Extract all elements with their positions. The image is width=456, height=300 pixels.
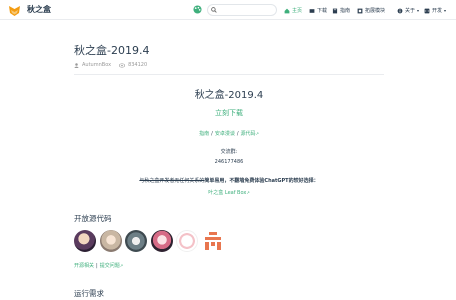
group-number: 246177486 — [214, 159, 244, 165]
site-name[interactable]: 秋之盒 — [27, 4, 51, 15]
book-icon — [332, 8, 338, 13]
nav-download-label: 下载 — [317, 8, 328, 14]
author-name[interactable]: AutumnBox — [82, 62, 111, 68]
group-label: 交流群: — [220, 149, 238, 155]
home-icon — [284, 8, 290, 13]
chevron-down-icon: ▾ — [444, 8, 447, 13]
hero-title: 秋之盒-2019.4 — [194, 90, 264, 101]
nav-dev-label: 开发 — [432, 8, 443, 14]
nav-guide[interactable]: 指南 — [332, 6, 350, 15]
oss-links: 开源相关 | 提交问题↗ — [74, 263, 124, 269]
view-count: 834120 — [128, 62, 148, 68]
avatar[interactable] — [150, 230, 173, 252]
leaf-box-link[interactable]: 叶之盒 Leaf Box↗ — [74, 189, 384, 196]
search-icon — [211, 7, 217, 13]
notice-text: 与秋之盒开发者无任何关系的简单易用，不翻墙免费体验ChatGPT的较好选择： — [74, 177, 384, 184]
nav-home-label: 主页 — [292, 8, 303, 14]
page-title: 秋之盒-2019.4 — [74, 44, 150, 57]
page-meta: AutumnBox 834120 — [74, 62, 147, 68]
avatar[interactable] — [125, 230, 147, 252]
external-link-icon: ↗ — [255, 131, 259, 136]
source-code-link[interactable]: 源代码 — [241, 131, 256, 137]
contributor-avatars — [74, 230, 227, 252]
quick-links: 指南 / 安卓漫谈 / 源代码↗ — [199, 131, 259, 137]
nav-extensions-label: 拓展模块 — [365, 8, 386, 14]
fox-logo-icon[interactable] — [9, 5, 20, 16]
navbar: 秋之盒 主页 下载 指南 拓展模块 关于 ▾ 开发 ▾ — [0, 0, 456, 20]
puzzle-icon — [357, 8, 363, 13]
submit-issue-link[interactable]: 提交问题 — [100, 263, 120, 269]
identicon-icon — [204, 232, 221, 250]
user-icon — [74, 62, 79, 68]
oss-section-title: 开放源代码 — [74, 214, 112, 223]
avatar[interactable] — [201, 230, 224, 252]
external-link-icon: ↗ — [119, 263, 124, 268]
download-icon — [309, 8, 315, 13]
info-icon — [397, 8, 403, 13]
download-link[interactable]: 立刻下载 — [74, 108, 384, 118]
avatar[interactable] — [74, 230, 96, 252]
search-box[interactable] — [207, 4, 277, 16]
palette-icon[interactable] — [193, 5, 202, 14]
search-input[interactable] — [221, 6, 275, 15]
nav-about-label: 关于 — [405, 8, 416, 14]
guide-link[interactable]: 指南 — [199, 131, 209, 137]
nav-dev[interactable]: 开发 ▾ — [424, 6, 446, 15]
chevron-down-icon: ▾ — [417, 8, 420, 13]
nav-about[interactable]: 关于 ▾ — [397, 6, 419, 15]
nav-extensions[interactable]: 拓展模块 — [357, 6, 385, 15]
runtime-section-title: 运行需求 — [74, 289, 104, 298]
code-icon — [424, 8, 430, 13]
nav-download[interactable]: 下载 — [309, 6, 327, 15]
notice-bold: 简单易用，不翻墙免费体验ChatGPT的较好选择： — [204, 178, 319, 184]
android-talk-link[interactable]: 安卓漫谈 — [215, 131, 235, 137]
divider — [74, 74, 384, 75]
avatar[interactable] — [176, 230, 198, 252]
eye-icon — [119, 62, 126, 68]
notice-strikethrough: 与秋之盒开发者无任何关系的 — [139, 178, 205, 184]
nav-home[interactable]: 主页 — [284, 6, 302, 15]
external-link-icon: ↗ — [246, 190, 250, 195]
avatar[interactable] — [99, 230, 122, 252]
leaf-box-label: 叶之盒 Leaf Box — [208, 190, 247, 196]
nav-guide-label: 指南 — [340, 8, 351, 14]
oss-related-link[interactable]: 开源相关 — [74, 263, 94, 269]
